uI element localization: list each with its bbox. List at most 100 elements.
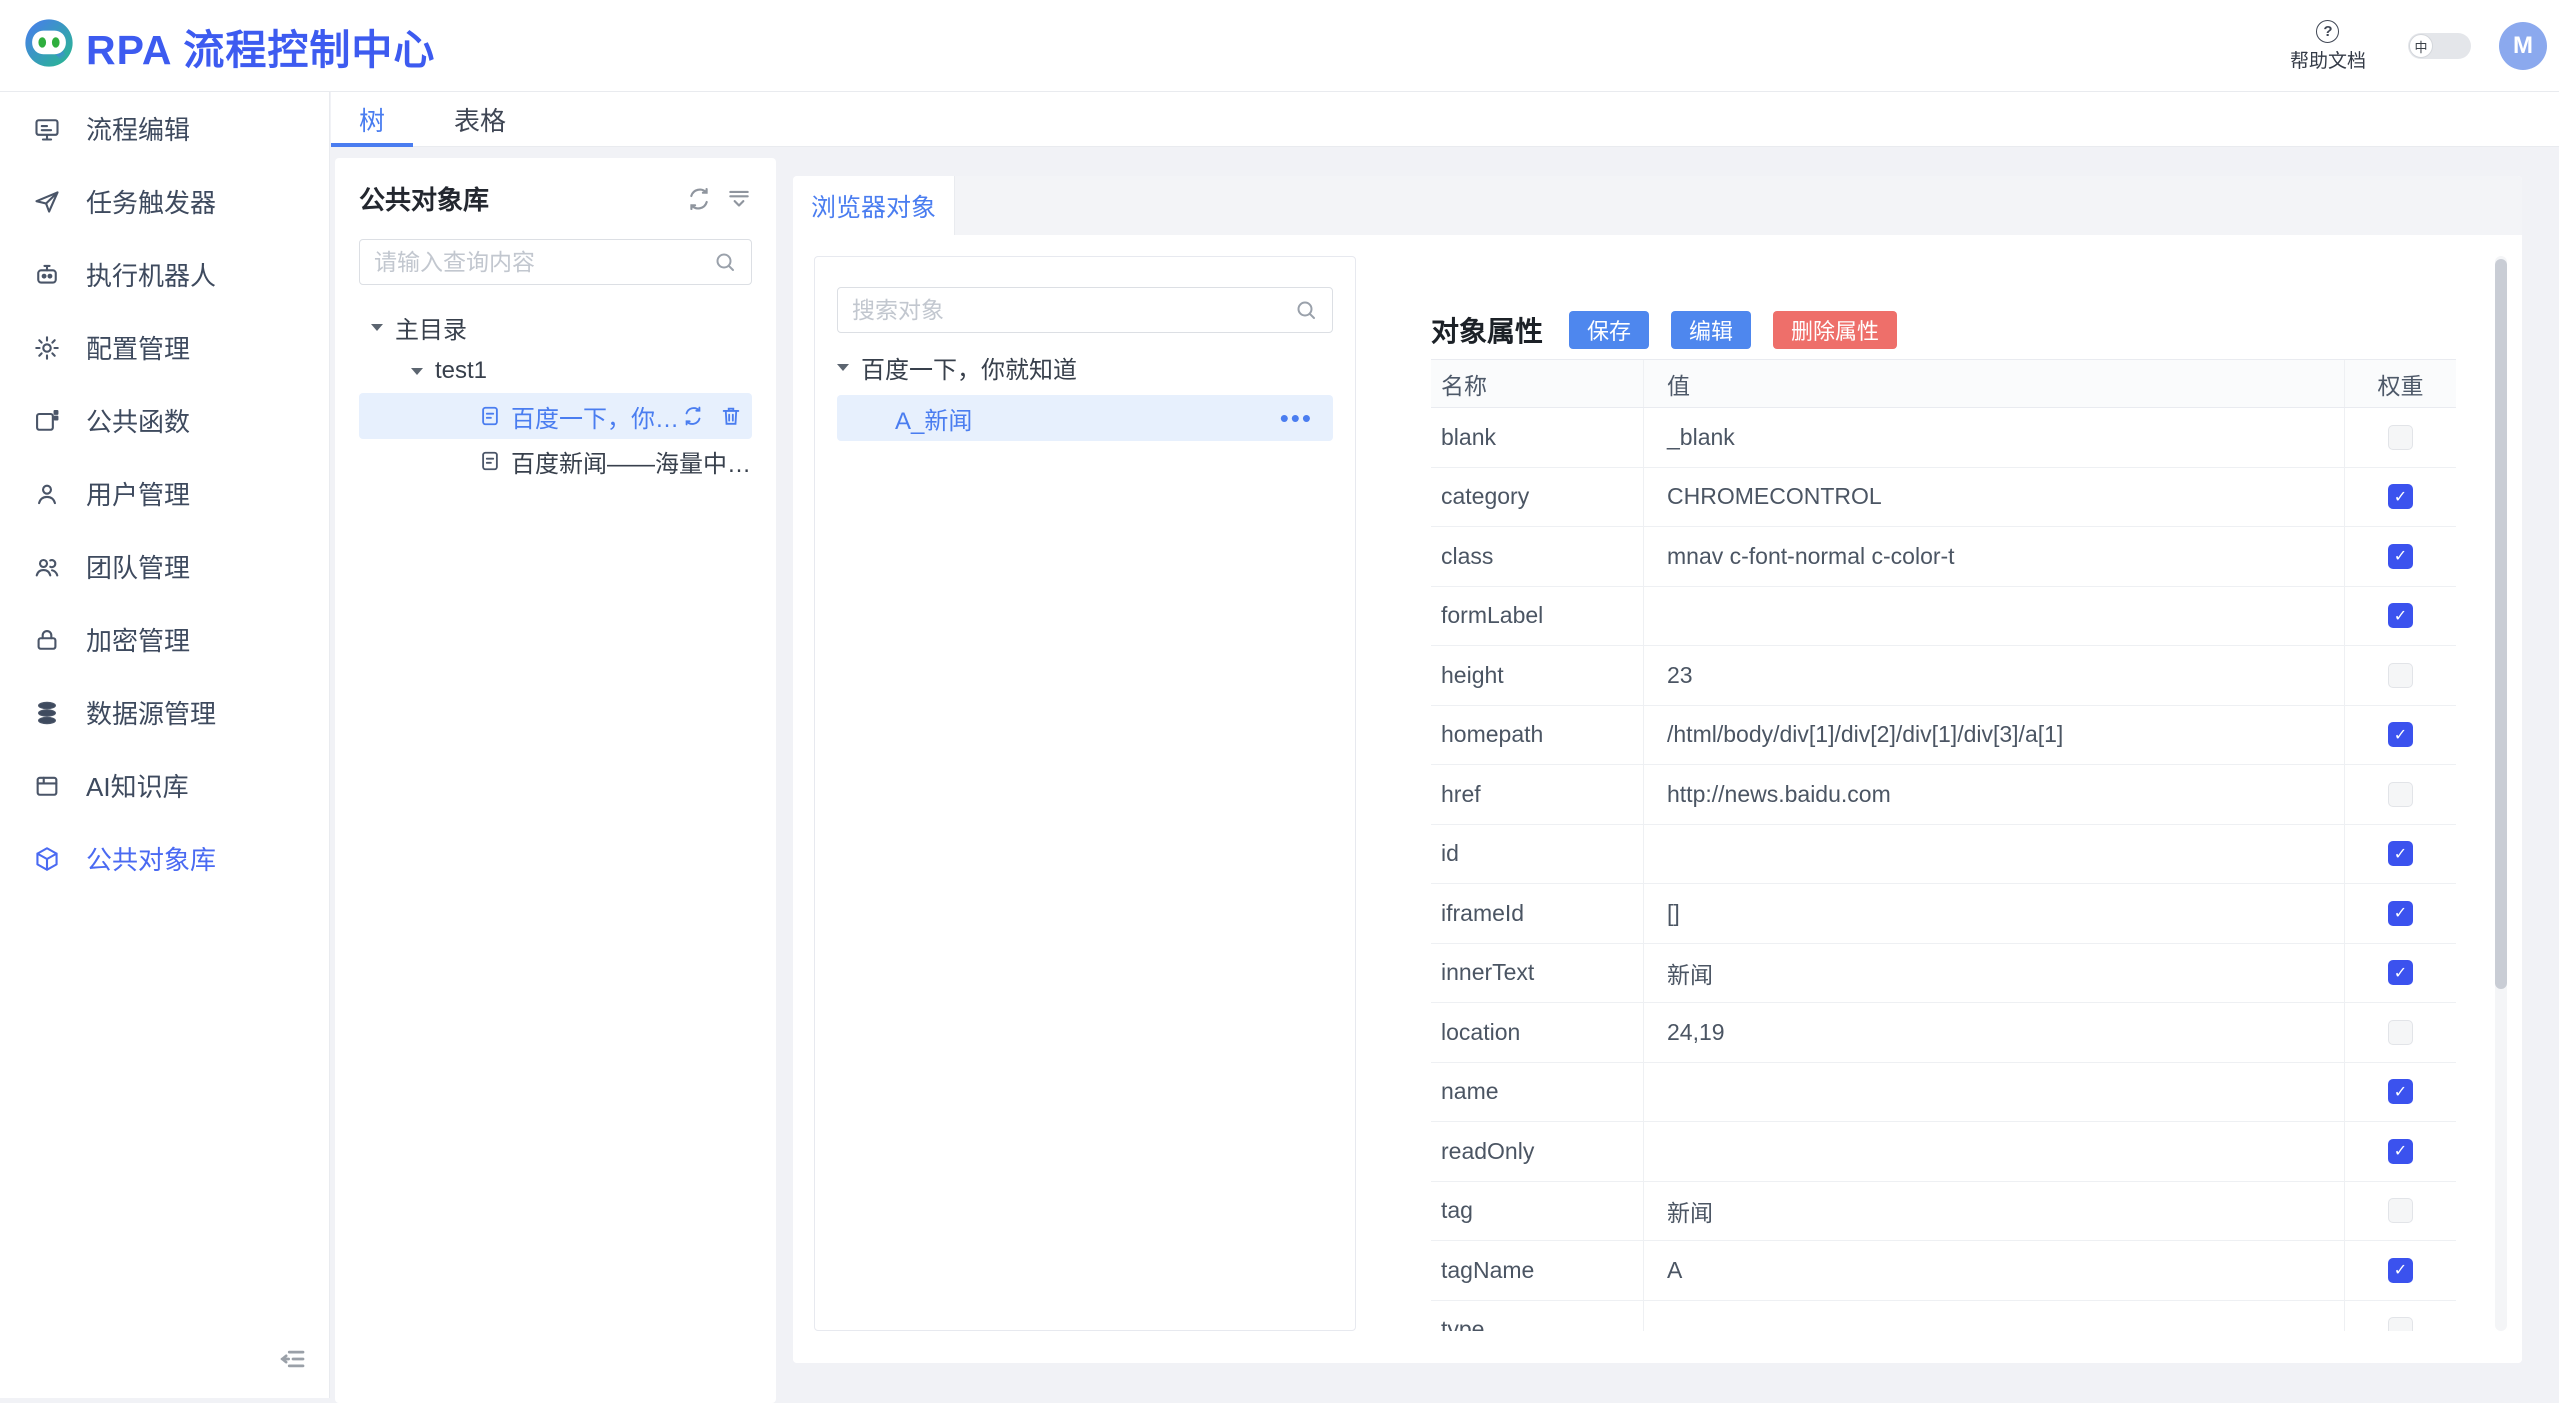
properties-table: 名称 值 权重 blank_blankcategoryCHROMECONTROL… xyxy=(1431,359,2456,1331)
weight-checkbox[interactable]: ✓ xyxy=(2388,1139,2413,1164)
weight-checkbox[interactable]: ✓ xyxy=(2388,1258,2413,1283)
sidebar-item-gear[interactable]: 配置管理 xyxy=(0,311,329,384)
weight-checkbox[interactable]: ✓ xyxy=(2388,544,2413,569)
prop-value: 新闻 xyxy=(1644,1182,2345,1241)
page-title: RPA 流程控制中心 xyxy=(86,16,435,76)
tree-node-page[interactable]: 百度新闻——海量中文资... xyxy=(359,439,752,483)
library-title: 公共对象库 xyxy=(359,180,672,217)
team-icon xyxy=(33,553,61,581)
prop-name: type xyxy=(1431,1301,1644,1332)
object-tree-item-selected[interactable]: A_新闻 ••• xyxy=(837,395,1333,441)
tab-tree[interactable]: 树 xyxy=(331,92,413,146)
table-row: location24,19 xyxy=(1431,1003,2456,1063)
book-icon xyxy=(33,772,61,800)
refresh-icon[interactable] xyxy=(686,186,712,212)
sidebar-item-send[interactable]: 任务触发器 xyxy=(0,165,329,238)
collapse-all-icon[interactable] xyxy=(726,186,752,212)
table-row: tag新闻 xyxy=(1431,1182,2456,1242)
view-tabbar: 树 表格 xyxy=(331,92,2559,147)
edit-button[interactable]: 编辑 xyxy=(1671,311,1751,349)
sidebar-menu: 流程编辑任务触发器执行机器人配置管理公共函数用户管理团队管理加密管理数据源管理 A… xyxy=(0,92,329,895)
sidebar-item-label: 公共对象库 xyxy=(86,840,216,877)
document-icon xyxy=(479,450,501,472)
object-tree: 百度一下，你就知道 A_新闻 ••• xyxy=(837,345,1333,441)
sidebar-item-label: 流程编辑 xyxy=(86,110,190,147)
library-search xyxy=(359,239,752,285)
more-options-icon[interactable]: ••• xyxy=(1280,413,1333,423)
weight-checkbox[interactable] xyxy=(2388,1317,2413,1331)
sidebar-item-label: 数据源管理 xyxy=(86,694,216,731)
lock-icon xyxy=(33,626,61,654)
sidebar-item-book[interactable]: AI知识库 xyxy=(0,749,329,822)
sidebar-item-cube[interactable]: 公共对象库 xyxy=(0,822,329,895)
object-detail-panel: 浏览器对象 百度一下，你就知道 A_新闻 xyxy=(793,176,2522,1363)
sidebar-item-label: 执行机器人 xyxy=(86,256,216,293)
save-button[interactable]: 保存 xyxy=(1569,311,1649,349)
sidebar-item-function-box[interactable]: 公共函数 xyxy=(0,384,329,457)
database-icon xyxy=(33,699,61,727)
prop-name: href xyxy=(1431,765,1644,824)
weight-checkbox[interactable]: ✓ xyxy=(2388,901,2413,926)
weight-checkbox[interactable] xyxy=(2388,425,2413,450)
prop-value: mnav c-font-normal c-color-t xyxy=(1644,527,2345,586)
prop-name: homepath xyxy=(1431,706,1644,765)
object-tree-root[interactable]: 百度一下，你就知道 xyxy=(837,345,1333,389)
help-docs-button[interactable]: ? 帮助文档 xyxy=(2290,20,2366,73)
tree-node-folder[interactable]: test1 xyxy=(359,349,752,393)
prop-name: blank xyxy=(1431,408,1644,467)
weight-checkbox[interactable]: ✓ xyxy=(2388,484,2413,509)
object-search-input[interactable] xyxy=(852,297,1294,324)
library-search-input[interactable] xyxy=(374,249,713,276)
sidebar-item-robot[interactable]: 执行机器人 xyxy=(0,238,329,311)
prop-name: class xyxy=(1431,527,1644,586)
table-row: tagNameA✓ xyxy=(1431,1241,2456,1301)
document-icon xyxy=(479,405,501,427)
tab-table[interactable]: 表格 xyxy=(439,92,521,146)
avatar[interactable]: M xyxy=(2499,22,2547,70)
caret-down-icon[interactable] xyxy=(837,364,849,371)
weight-checkbox[interactable]: ✓ xyxy=(2388,722,2413,747)
tree-node-root[interactable]: 主目录 xyxy=(359,305,752,349)
trash-icon[interactable] xyxy=(720,405,742,427)
tab-browser-object[interactable]: 浏览器对象 xyxy=(793,176,955,235)
app-logo: RPA 流程控制中心 xyxy=(0,16,435,76)
scrollbar-thumb[interactable] xyxy=(2495,259,2507,989)
prop-name: location xyxy=(1431,1003,1644,1062)
scrollbar-track[interactable] xyxy=(2495,256,2507,1331)
prop-name: readOnly xyxy=(1431,1122,1644,1181)
collapse-sidebar-icon[interactable] xyxy=(278,1344,308,1370)
sidebar-item-team[interactable]: 团队管理 xyxy=(0,530,329,603)
sidebar-item-user[interactable]: 用户管理 xyxy=(0,457,329,530)
weight-checkbox[interactable] xyxy=(2388,782,2413,807)
weight-checkbox[interactable]: ✓ xyxy=(2388,603,2413,628)
weight-checkbox[interactable] xyxy=(2388,1020,2413,1045)
sidebar-item-lock[interactable]: 加密管理 xyxy=(0,603,329,676)
weight-checkbox[interactable] xyxy=(2388,663,2413,688)
object-tree-panel: 百度一下，你就知道 A_新闻 ••• xyxy=(814,256,1356,1331)
language-toggle[interactable]: 中 xyxy=(2408,33,2471,59)
prop-value: CHROMECONTROL xyxy=(1644,468,2345,527)
question-icon: ? xyxy=(2316,20,2339,43)
delete-property-button[interactable]: 删除属性 xyxy=(1773,311,1897,349)
prop-value xyxy=(1644,1063,2345,1122)
weight-checkbox[interactable] xyxy=(2388,1198,2413,1223)
weight-checkbox[interactable]: ✓ xyxy=(2388,841,2413,866)
prop-value: 新闻 xyxy=(1644,944,2345,1003)
search-icon[interactable] xyxy=(1294,298,1318,322)
refresh-icon[interactable] xyxy=(682,405,704,427)
sidebar-item-database[interactable]: 数据源管理 xyxy=(0,676,329,749)
tree-node-page-selected[interactable]: 百度一下，你就... xyxy=(359,393,752,439)
sidebar-item-monitor[interactable]: 流程编辑 xyxy=(0,92,329,165)
weight-checkbox[interactable]: ✓ xyxy=(2388,1079,2413,1104)
send-icon xyxy=(33,188,61,216)
caret-down-icon[interactable] xyxy=(371,324,383,331)
caret-down-icon[interactable] xyxy=(411,368,423,375)
properties-panel: 对象属性 保存 编辑 删除属性 名称 值 权重 blank_blankcateg… xyxy=(1431,301,2456,1331)
weight-checkbox[interactable]: ✓ xyxy=(2388,960,2413,985)
table-row: blank_blank xyxy=(1431,408,2456,468)
prop-name: id xyxy=(1431,825,1644,884)
props-table-body: blank_blankcategoryCHROMECONTROL✓classmn… xyxy=(1431,408,2456,1331)
prop-name: height xyxy=(1431,646,1644,705)
prop-value xyxy=(1644,1301,2345,1332)
search-icon[interactable] xyxy=(713,250,737,274)
